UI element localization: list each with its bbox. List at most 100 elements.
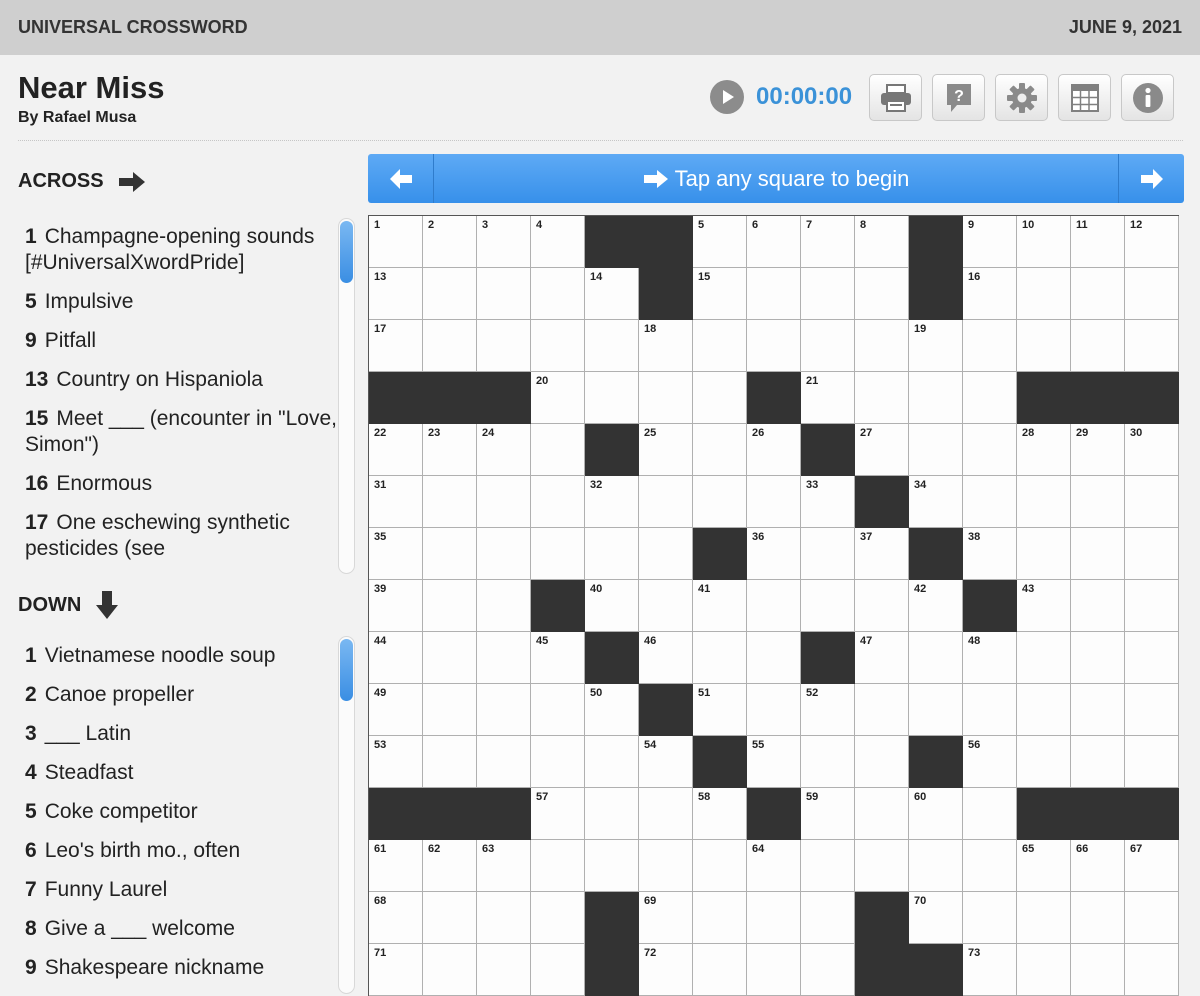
grid-square[interactable]	[855, 684, 909, 736]
play-icon[interactable]	[710, 80, 744, 114]
grid-square[interactable]	[855, 840, 909, 892]
grid-square[interactable]	[963, 788, 1017, 840]
grid-square[interactable]: 46	[639, 632, 693, 684]
grid-square[interactable]: 70	[909, 892, 963, 944]
grid-square[interactable]: 17	[369, 320, 423, 372]
grid-square[interactable]: 5	[693, 216, 747, 268]
grid-square[interactable]	[531, 528, 585, 580]
grid-square[interactable]	[423, 632, 477, 684]
grid-square[interactable]	[423, 892, 477, 944]
grid-square[interactable]: 72	[639, 944, 693, 996]
grid-square[interactable]	[639, 372, 693, 424]
grid-square[interactable]: 39	[369, 580, 423, 632]
grid-square[interactable]: 69	[639, 892, 693, 944]
down-scrollbar[interactable]	[338, 636, 355, 994]
grid-square[interactable]	[747, 684, 801, 736]
grid-square[interactable]	[909, 424, 963, 476]
grid-square[interactable]	[1017, 268, 1071, 320]
down-clue[interactable]: 2 Canoe propeller	[25, 682, 338, 708]
grid-square[interactable]	[639, 476, 693, 528]
grid-square[interactable]	[747, 268, 801, 320]
grid-square[interactable]	[909, 840, 963, 892]
grid-square[interactable]: 40	[585, 580, 639, 632]
grid-square[interactable]	[531, 736, 585, 788]
grid-square[interactable]	[639, 788, 693, 840]
grid-square[interactable]	[963, 372, 1017, 424]
grid-square[interactable]: 7	[801, 216, 855, 268]
grid-square[interactable]	[1071, 268, 1125, 320]
grid-square[interactable]: 36	[747, 528, 801, 580]
grid-square[interactable]: 16	[963, 268, 1017, 320]
grid-square[interactable]: 51	[693, 684, 747, 736]
down-clue[interactable]: 7 Funny Laurel	[25, 877, 338, 903]
grid-square[interactable]	[801, 892, 855, 944]
grid-square[interactable]	[1125, 632, 1179, 684]
grid-button[interactable]	[1058, 74, 1111, 121]
grid-square[interactable]	[801, 580, 855, 632]
grid-square[interactable]	[1125, 684, 1179, 736]
grid-square[interactable]: 68	[369, 892, 423, 944]
info-button[interactable]	[1121, 74, 1174, 121]
grid-square[interactable]	[585, 528, 639, 580]
grid-square[interactable]	[531, 892, 585, 944]
grid-square[interactable]	[963, 840, 1017, 892]
grid-square[interactable]	[747, 632, 801, 684]
grid-square[interactable]: 25	[639, 424, 693, 476]
grid-square[interactable]: 52	[801, 684, 855, 736]
grid-square[interactable]	[477, 736, 531, 788]
grid-square[interactable]: 45	[531, 632, 585, 684]
grid-square[interactable]	[1125, 944, 1179, 996]
grid-square[interactable]: 58	[693, 788, 747, 840]
down-clue[interactable]: 5 Coke competitor	[25, 799, 338, 825]
grid-square[interactable]	[963, 320, 1017, 372]
help-button[interactable]: ?	[932, 74, 985, 121]
next-clue-button[interactable]	[1118, 154, 1184, 203]
grid-square[interactable]	[963, 424, 1017, 476]
grid-square[interactable]	[1071, 944, 1125, 996]
grid-square[interactable]	[531, 320, 585, 372]
grid-square[interactable]: 41	[693, 580, 747, 632]
grid-square[interactable]: 49	[369, 684, 423, 736]
grid-square[interactable]: 35	[369, 528, 423, 580]
grid-square[interactable]	[531, 684, 585, 736]
grid-square[interactable]	[477, 268, 531, 320]
grid-square[interactable]	[801, 944, 855, 996]
down-scroll-thumb[interactable]	[340, 639, 353, 701]
grid-square[interactable]	[585, 736, 639, 788]
grid-square[interactable]	[531, 944, 585, 996]
grid-square[interactable]	[963, 892, 1017, 944]
across-scrollbar[interactable]	[338, 218, 355, 574]
across-clue[interactable]: 13 Country on Hispaniola	[25, 367, 338, 393]
grid-square[interactable]	[1071, 736, 1125, 788]
across-clue[interactable]: 1 Champagne-opening sounds [#UniversalXwo…	[25, 224, 338, 276]
grid-square[interactable]	[423, 528, 477, 580]
print-button[interactable]	[869, 74, 922, 121]
grid-square[interactable]: 26	[747, 424, 801, 476]
grid-square[interactable]: 4	[531, 216, 585, 268]
grid-square[interactable]: 13	[369, 268, 423, 320]
grid-square[interactable]: 1	[369, 216, 423, 268]
grid-square[interactable]: 55	[747, 736, 801, 788]
grid-square[interactable]	[477, 684, 531, 736]
grid-square[interactable]	[1125, 268, 1179, 320]
grid-square[interactable]	[855, 788, 909, 840]
grid-square[interactable]	[747, 944, 801, 996]
settings-button[interactable]	[995, 74, 1048, 121]
grid-square[interactable]	[693, 632, 747, 684]
grid-square[interactable]	[855, 580, 909, 632]
grid-square[interactable]: 50	[585, 684, 639, 736]
grid-square[interactable]	[1071, 632, 1125, 684]
grid-square[interactable]	[1017, 528, 1071, 580]
grid-square[interactable]: 10	[1017, 216, 1071, 268]
grid-square[interactable]: 28	[1017, 424, 1071, 476]
grid-square[interactable]: 29	[1071, 424, 1125, 476]
grid-square[interactable]: 31	[369, 476, 423, 528]
grid-square[interactable]: 18	[639, 320, 693, 372]
grid-square[interactable]: 2	[423, 216, 477, 268]
grid-square[interactable]	[1017, 892, 1071, 944]
grid-square[interactable]: 19	[909, 320, 963, 372]
grid-square[interactable]	[855, 320, 909, 372]
grid-square[interactable]	[909, 632, 963, 684]
grid-square[interactable]: 47	[855, 632, 909, 684]
grid-square[interactable]: 12	[1125, 216, 1179, 268]
